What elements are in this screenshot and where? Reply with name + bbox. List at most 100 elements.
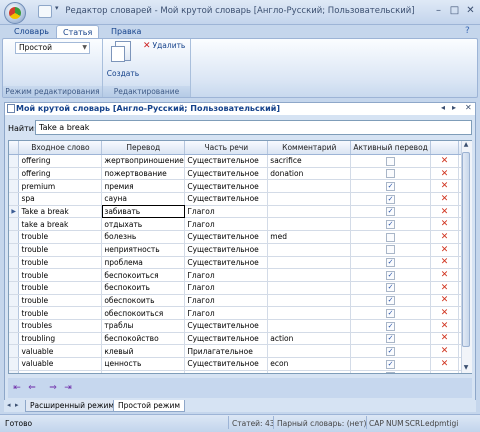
cell-comment[interactable] — [267, 268, 352, 282]
cell-part-of-speech[interactable]: Существительное — [184, 154, 269, 168]
find-input[interactable]: Take a break — [35, 120, 472, 135]
row-delete-icon[interactable]: ✕ — [430, 319, 459, 333]
row-delete-icon[interactable]: ✕ — [430, 306, 459, 320]
cell-part-of-speech[interactable]: Глагол — [184, 281, 269, 295]
cell-translation[interactable]: беспокоиться — [101, 268, 186, 282]
cell-word[interactable]: troubling — [18, 332, 103, 346]
table-row[interactable]: trouble беспокоить Глагол ✓ ✕ — [9, 281, 471, 295]
cell-word[interactable]: trouble — [18, 281, 103, 295]
table-row[interactable]: trouble обеспокоиться Глагол ✓ ✕ — [9, 306, 471, 320]
close-icon[interactable]: ✕ — [464, 5, 477, 18]
cell-comment[interactable]: action — [267, 332, 352, 346]
cell-part-of-speech[interactable]: Существительное — [184, 357, 269, 371]
scroll-up-icon[interactable]: ▲ — [461, 141, 471, 151]
cell-part-of-speech[interactable]: Существительное — [184, 192, 269, 206]
active-checkbox[interactable]: ✓ — [386, 296, 396, 306]
prev-record-icon[interactable]: ⇐ — [26, 382, 38, 394]
scroll-down-icon[interactable]: ▼ — [461, 364, 471, 374]
cell-translation[interactable]: жертвоприношение — [101, 154, 186, 168]
active-checkbox[interactable]: ✓ — [386, 334, 396, 344]
row-delete-icon[interactable]: ✕ — [430, 268, 459, 282]
active-checkbox[interactable] — [386, 232, 396, 242]
cell-translation[interactable]: болезнь — [101, 230, 186, 244]
row-delete-icon[interactable]: ✕ — [430, 243, 459, 257]
cell-word[interactable]: trouble — [18, 230, 103, 244]
cell-part-of-speech[interactable]: Глагол — [184, 217, 269, 232]
active-checkbox[interactable]: ✓ — [386, 207, 396, 217]
active-checkbox[interactable]: ✓ — [386, 258, 396, 268]
cell-comment[interactable] — [267, 319, 352, 333]
row-indicator[interactable] — [9, 192, 20, 206]
cell-word[interactable]: trouble — [18, 294, 103, 308]
cell-word[interactable]: trouble — [18, 256, 103, 270]
row-indicator[interactable] — [9, 256, 20, 270]
active-checkbox[interactable]: ✓ — [386, 181, 396, 191]
row-indicator[interactable] — [9, 217, 20, 232]
document-title[interactable]: Мой крутой словарь [Англо-Русский; Польз… — [16, 104, 280, 113]
row-indicator[interactable] — [9, 332, 20, 346]
cell-part-of-speech[interactable]: Существительное — [184, 230, 269, 244]
cell-translation[interactable]: проблема — [101, 256, 186, 270]
row-indicator[interactable] — [9, 344, 20, 358]
row-indicator[interactable] — [9, 154, 20, 168]
cell-word[interactable]: troubles — [18, 319, 103, 333]
maximize-icon[interactable]: □ — [448, 5, 461, 18]
active-checkbox[interactable] — [386, 156, 396, 166]
cell-part-of-speech[interactable]: Существительное — [184, 179, 269, 194]
table-row[interactable]: troubles траблы Существительное ✓ ✕ — [9, 319, 471, 333]
active-checkbox[interactable]: ✓ — [386, 220, 396, 230]
row-indicator[interactable] — [9, 230, 20, 244]
cell-translation[interactable]: неприятность — [101, 243, 186, 257]
cell-word[interactable]: trouble — [18, 268, 103, 282]
row-indicator[interactable] — [9, 306, 20, 320]
cell-comment[interactable] — [267, 281, 352, 295]
cell-translation[interactable]: пожертвование — [101, 167, 186, 181]
cell-comment[interactable] — [267, 205, 352, 219]
cell-word[interactable]: premium — [18, 179, 103, 194]
cell-translation[interactable]: траблы — [101, 319, 186, 333]
create-button[interactable]: Создать — [106, 41, 140, 81]
row-delete-icon[interactable]: ✕ — [430, 154, 459, 168]
table-row[interactable]: valuable ценность Существительное econ ✓ ✕ — [9, 357, 471, 371]
table-row[interactable]: offering жертвоприношение Существительное s… — [9, 154, 471, 168]
active-checkbox[interactable]: ✓ — [386, 283, 396, 293]
cell-part-of-speech[interactable]: Существительное — [184, 167, 269, 181]
active-checkbox[interactable] — [386, 245, 396, 255]
cell-comment[interactable] — [267, 344, 352, 358]
active-checkbox[interactable]: ✓ — [386, 372, 396, 373]
cell-word[interactable]: trouble — [18, 306, 103, 320]
cell-word[interactable]: offering — [18, 167, 103, 181]
cell-translation[interactable]: забивать — [101, 205, 186, 219]
cell-comment[interactable] — [267, 243, 352, 257]
row-delete-icon[interactable]: ✕ — [430, 281, 459, 295]
cell-comment[interactable] — [267, 294, 352, 308]
cell-translation[interactable]: обеспокоиться — [101, 306, 186, 320]
cell-word[interactable]: spa — [18, 192, 103, 206]
table-row[interactable]: premium премия Существительное ✓ ✕ — [9, 179, 471, 194]
cell-word[interactable]: take a break — [18, 217, 103, 232]
tab-scroll-right-icon[interactable]: ▸ — [15, 401, 19, 409]
cell-word[interactable]: wonderful — [18, 370, 103, 373]
edit-mode-combo[interactable]: Простой ▼ — [15, 42, 90, 54]
row-delete-icon[interactable]: ✕ — [430, 370, 459, 373]
table-row[interactable]: trouble болезнь Существительное med ✕ — [9, 230, 471, 244]
cell-part-of-speech[interactable]: Существительное — [184, 332, 269, 346]
cell-part-of-speech[interactable]: Глагол — [184, 205, 269, 219]
cell-translation[interactable]: ценность — [101, 357, 186, 371]
cell-comment[interactable] — [267, 179, 352, 194]
cell-part-of-speech[interactable]: Глагол — [184, 294, 269, 308]
row-delete-icon[interactable]: ✕ — [430, 294, 459, 308]
cell-comment[interactable] — [267, 370, 352, 373]
table-row[interactable]: wonderfulчеткийПрилагательное ✓ ✕ — [9, 370, 471, 373]
row-delete-icon[interactable]: ✕ — [430, 192, 459, 206]
header-active[interactable]: Активный перевод — [350, 141, 432, 155]
row-delete-icon[interactable]: ✕ — [430, 217, 459, 232]
table-row[interactable]: take a break отдыхать Глагол ✓ ✕ — [9, 217, 471, 232]
tab-simple-mode[interactable]: Простой режим — [113, 400, 185, 412]
active-checkbox[interactable]: ✓ — [386, 270, 396, 280]
doc-next-icon[interactable]: ▸ — [452, 103, 456, 112]
active-checkbox[interactable]: ✓ — [386, 346, 396, 356]
cell-word[interactable]: trouble — [18, 243, 103, 257]
cell-word[interactable]: valuable — [18, 344, 103, 358]
cell-part-of-speech[interactable]: Глагол — [184, 306, 269, 320]
